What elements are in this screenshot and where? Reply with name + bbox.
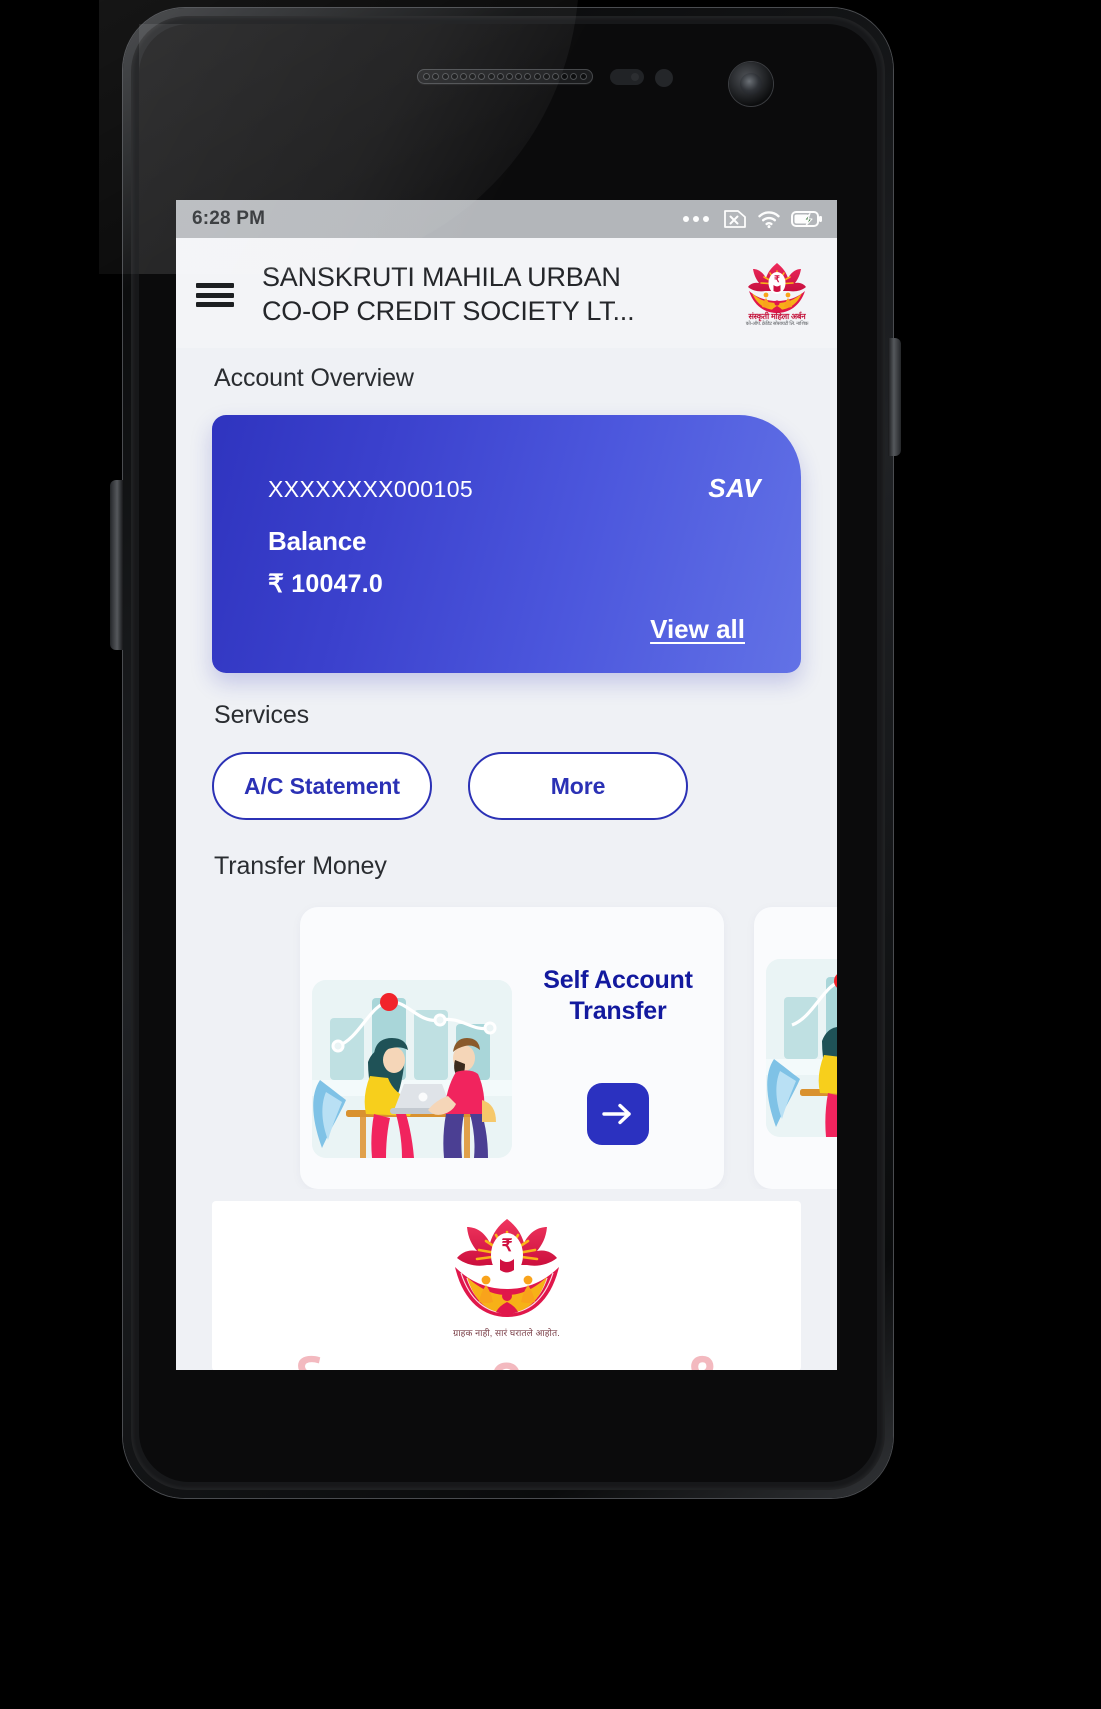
balance-value: ₹ 10047.0 [268,570,384,598]
transfer-money-carousel[interactable]: Self Account Transfer [176,897,837,1189]
earpiece-speaker-icon [417,69,593,84]
balance-label: Balance [268,526,367,556]
society-logo-subtext: को-ऑप. क्रेडिट सोसायटी लि. नाशिक [745,320,809,327]
account-card-wrap: XXXXXXXX000105 SAV Balance ₹ 10047.0 Vie… [176,393,837,673]
light-sensor-icon [655,69,673,87]
volume-button[interactable] [110,480,123,650]
services-buttons-row: A/C Statement More [176,730,837,820]
account-card-top-row: XXXXXXXX000105 SAV [268,473,767,504]
proximity-sensor-icon [610,69,644,85]
watermark-glyph-3: ९ [687,1331,719,1370]
page-title-line1: SANSKRUTI MAHILA URBAN [262,262,621,293]
app-bar: SANSKRUTI MAHILA URBAN CO-OP CREDIT SOCI… [176,238,837,348]
account-card[interactable]: XXXXXXXX000105 SAV Balance ₹ 10047.0 Vie… [212,415,801,673]
arrow-right-icon[interactable] [587,1083,649,1145]
next-transfer-tile[interactable] [754,907,837,1189]
account-overview-heading: Account Overview [214,364,414,392]
self-account-transfer-tile[interactable]: Self Account Transfer [300,907,724,1189]
society-logo-text: संस्कृती महिला अर्बन को-ऑप. क्रेडिट सोसा… [737,312,817,327]
status-icons [683,209,822,229]
services-heading: Services [214,701,310,729]
people-at-desk-illustration-next [766,959,837,1137]
society-logo-banner[interactable]: ६ ० ९ [212,1201,801,1370]
watermark-glyph-1: ६ [294,1331,326,1370]
view-all-link[interactable]: View all [650,614,745,645]
page-title: SANSKRUTI MAHILA URBAN CO-OP CREDIT SOCI… [262,261,731,329]
tile-label-line2: Transfer [569,997,667,1026]
no-sim-icon [721,209,747,229]
self-account-transfer-content: Self Account Transfer [512,907,724,1189]
tile-label-line1: Self Account [543,966,693,994]
banner-tagline: ग्राहक नाही, सारं घरातले आहोत. [453,1328,560,1338]
app-screen: 6:28 PM SANSKRUTI MAHILA URBAN CO-OP CRE… [176,200,837,1370]
android-status-bar: 6:28 PM [176,200,837,238]
battery-charging-icon [791,210,822,228]
screenshot-stage: 6:28 PM SANSKRUTI MAHILA URBAN CO-OP CRE… [0,0,1101,1709]
society-lotus-logo: ₹ ग्राहक नाही, सारं घरातले आहोत. [417,1215,597,1345]
hamburger-menu-icon[interactable] [196,280,234,310]
status-time: 6:28 PM [192,208,266,229]
ac-statement-button[interactable]: A/C Statement [212,752,432,820]
more-button[interactable]: More [468,752,688,820]
self-account-transfer-label: Self Account Transfer [512,965,724,1028]
page-title-line2: CO-OP CREDIT SOCIETY LT... [262,296,635,326]
account-number: XXXXXXXX000105 [268,476,474,502]
power-button[interactable] [888,338,901,456]
transfer-money-heading: Transfer Money [214,852,387,880]
wifi-icon [757,209,781,229]
front-camera-icon [729,62,773,106]
svg-text:₹: ₹ [501,1236,512,1255]
society-logo: ₹ संस्कृती महिला अर्बन को-ऑप. क्रेडिट सो… [737,260,817,330]
people-at-desk-illustration [312,980,512,1158]
svg-text:₹: ₹ [774,274,780,284]
account-type-badge: SAV [708,473,761,503]
more-dots-icon [683,216,709,222]
